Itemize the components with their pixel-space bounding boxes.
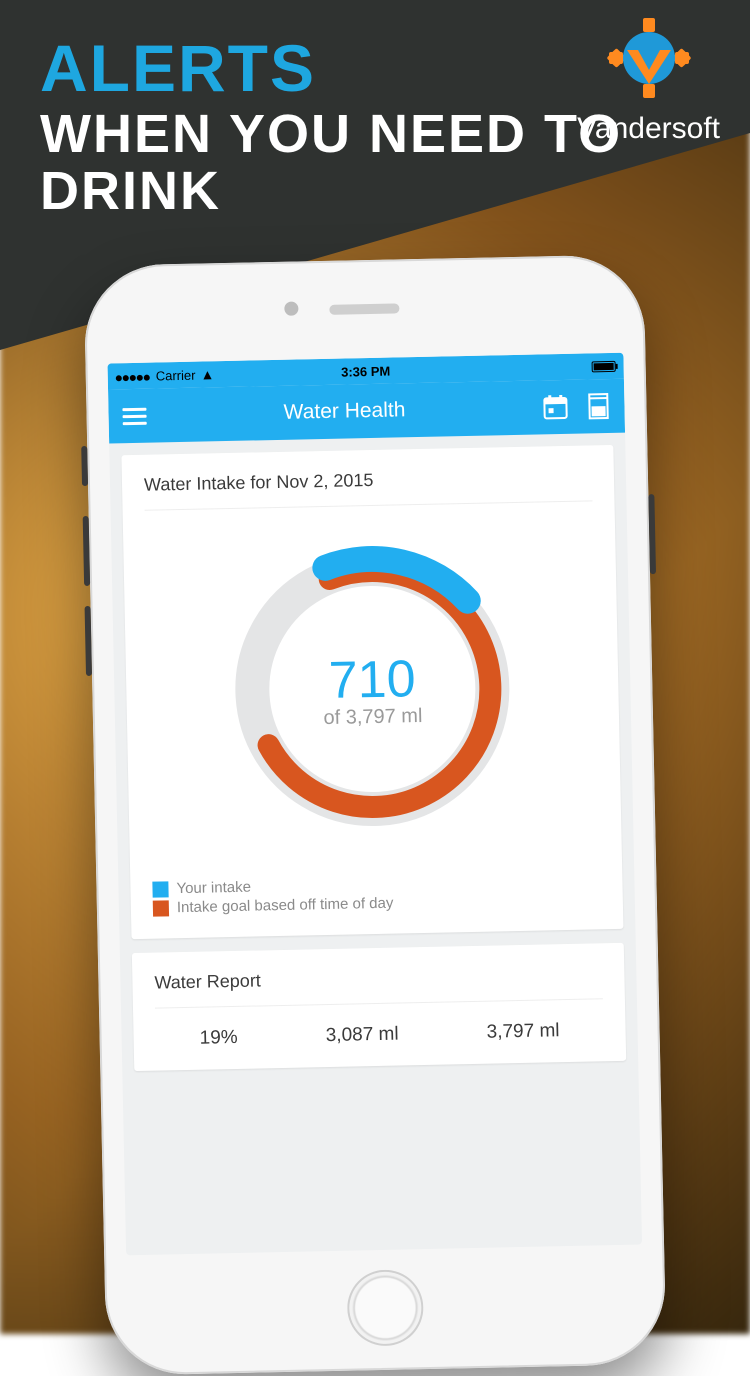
report-card-title: Water Report	[154, 963, 603, 1008]
legend-label-goal: Intake goal based off time of day	[177, 895, 394, 917]
home-button[interactable]	[347, 1269, 425, 1347]
legend-swatch-goal	[153, 900, 169, 916]
intake-goal-line: of 3,797 ml	[323, 704, 422, 729]
cup-icon[interactable]	[586, 392, 611, 420]
phone-side-button	[81, 446, 88, 486]
report-row: 19% 3,087 ml 3,797 ml	[155, 1019, 603, 1050]
brand-logo: Vandersoft	[577, 18, 720, 146]
gear-logo-icon	[594, 18, 704, 108]
battery-icon	[592, 360, 616, 372]
phone-side-button	[83, 516, 90, 586]
intake-gauge: 710 of 3,797 ml	[204, 521, 541, 858]
legend-label-intake: Your intake	[176, 879, 251, 898]
gauge-legend: Your intake Intake goal based off time o…	[152, 871, 601, 916]
report-cell: 3,797 ml	[486, 1020, 559, 1044]
calendar-icon[interactable]	[542, 394, 569, 421]
report-card: Water Report 19% 3,087 ml 3,797 ml	[132, 943, 626, 1071]
report-cell: 19%	[199, 1027, 237, 1050]
legend-swatch-intake	[152, 881, 168, 897]
navbar-title: Water Health	[146, 395, 542, 427]
brand-name: Vandersoft	[577, 112, 720, 146]
report-cell: 3,087 ml	[326, 1024, 399, 1048]
phone-side-button	[85, 606, 92, 676]
content-area: Water Intake for Nov 2, 2015 710 of 3,79…	[109, 433, 639, 1098]
intake-value: 710	[328, 649, 416, 711]
intake-card-title: Water Intake for Nov 2, 2015	[144, 465, 593, 510]
app-screen: Carrier ▲ 3:36 PM Water Health	[107, 353, 642, 1256]
intake-card: Water Intake for Nov 2, 2015 710 of 3,79…	[121, 445, 623, 939]
phone-frame: Carrier ▲ 3:36 PM Water Health	[83, 254, 666, 1375]
menu-button[interactable]	[122, 403, 147, 428]
